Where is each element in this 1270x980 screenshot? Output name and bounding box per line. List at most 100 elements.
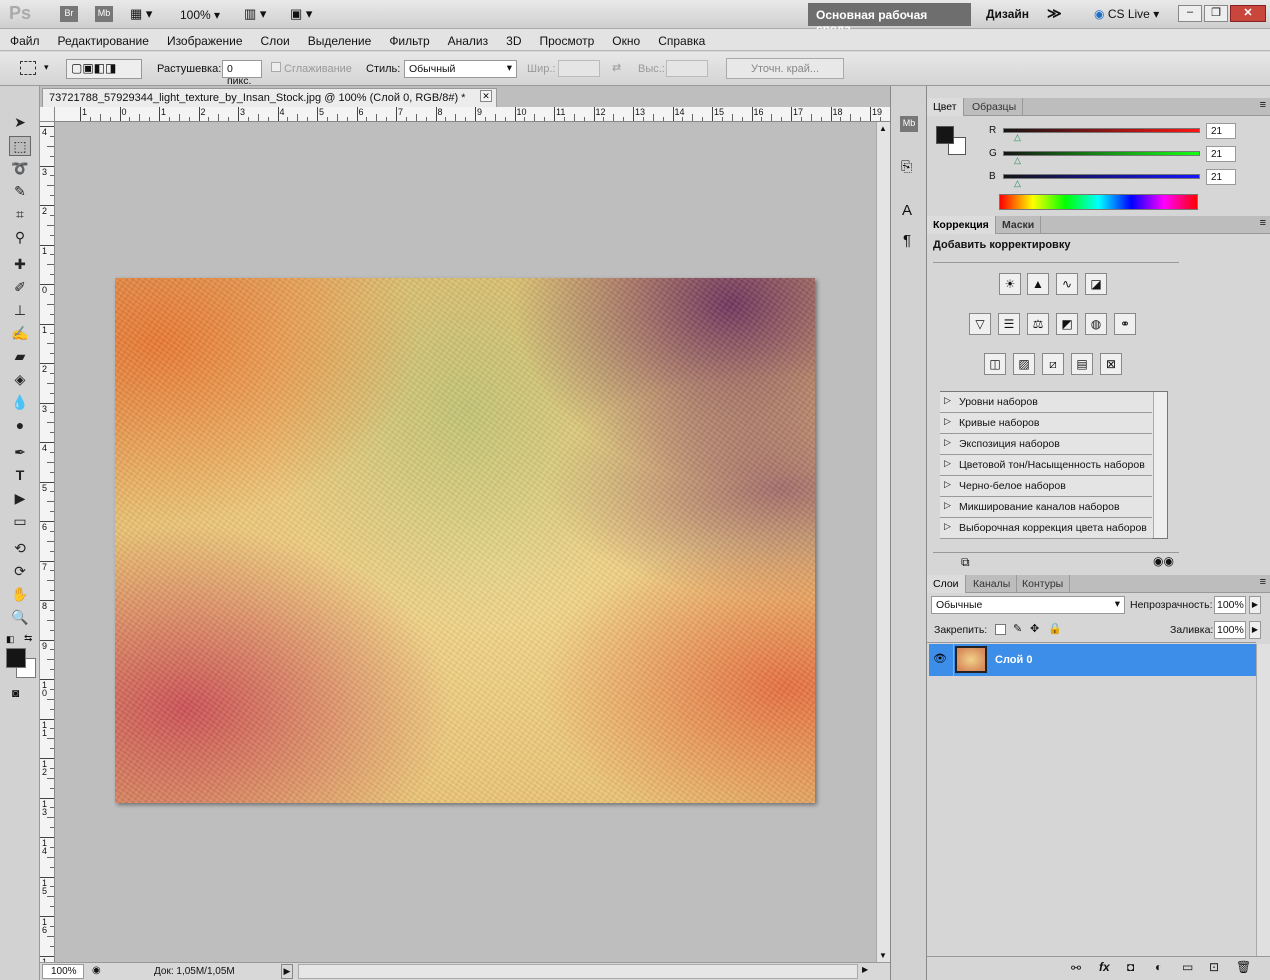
healing-brush-tool-icon[interactable]: ✚ xyxy=(9,254,31,274)
preset-selective-color[interactable]: Выборочная коррекция цвета наборов xyxy=(940,518,1152,539)
close-document-icon[interactable]: ✕ xyxy=(480,90,492,102)
tab-adjustments[interactable]: Коррекция xyxy=(927,216,996,234)
presets-scrollbar[interactable] xyxy=(1153,392,1167,538)
opacity-slider-arrow-icon[interactable]: ▶ xyxy=(1249,596,1261,614)
green-slider[interactable] xyxy=(1003,151,1200,156)
new-adjustment-layer-icon[interactable]: ◐ xyxy=(1155,960,1162,974)
color-balance-icon[interactable]: ⚖ xyxy=(1027,313,1049,335)
swap-colors-icon[interactable]: ⇆ xyxy=(24,633,32,644)
workspace-essentials-button[interactable]: Основная рабочая среда xyxy=(808,3,971,36)
marquee-preset-icon[interactable] xyxy=(20,61,36,75)
red-slider[interactable] xyxy=(1003,128,1200,133)
tab-channels[interactable]: Каналы xyxy=(967,575,1018,593)
add-mask-icon[interactable]: ◘ xyxy=(1127,960,1134,974)
blue-slider[interactable] xyxy=(1003,174,1200,179)
threshold-icon[interactable]: ⧄ xyxy=(1042,353,1064,375)
brightness-contrast-icon[interactable]: ☀ xyxy=(999,273,1021,295)
selection-mode-icons[interactable]: ▢▣◧◨ xyxy=(66,59,142,79)
menu-help[interactable]: Справка xyxy=(648,29,713,48)
fill-input[interactable]: 100% xyxy=(1214,621,1246,639)
blue-value-input[interactable]: 21 xyxy=(1206,169,1236,185)
fill-slider-arrow-icon[interactable]: ▶ xyxy=(1249,621,1261,639)
blend-mode-select[interactable]: Обычные ▾ xyxy=(931,596,1125,614)
preset-black-white[interactable]: Черно-белое наборов xyxy=(940,476,1152,497)
tab-color[interactable]: Цвет xyxy=(927,98,964,116)
default-colors-icon[interactable]: ◧ xyxy=(6,634,15,645)
layers-panel-menu-icon[interactable]: ≡ xyxy=(1260,576,1266,588)
vertical-scrollbar[interactable]: ▲ ▼ xyxy=(876,122,890,962)
layers-scrollbar[interactable] xyxy=(1256,644,1270,956)
view-extras-icon[interactable]: ▦ ▾ xyxy=(130,6,152,22)
character-panel-icon[interactable]: A xyxy=(902,202,912,219)
scroll-right-icon[interactable]: ▶ xyxy=(862,965,868,974)
new-layer-icon[interactable]: ⊡ xyxy=(1209,960,1219,974)
layer-style-icon[interactable]: fx xyxy=(1099,960,1110,974)
posterize-icon[interactable]: ▨ xyxy=(1013,353,1035,375)
new-group-icon[interactable]: ▭ xyxy=(1182,960,1193,974)
opacity-input[interactable]: 100% xyxy=(1214,596,1246,614)
menu-edit[interactable]: Редактирование xyxy=(48,29,157,48)
menu-layers[interactable]: Слои xyxy=(251,29,298,48)
mini-bridge-panel-icon[interactable]: Mb xyxy=(900,116,918,132)
menu-select[interactable]: Выделение xyxy=(298,29,380,48)
preset-curves[interactable]: Кривые наборов xyxy=(940,413,1152,434)
history-panel-icon[interactable]: ⎘ xyxy=(901,158,912,175)
scroll-down-icon[interactable]: ▼ xyxy=(879,951,887,960)
status-info-icon[interactable]: ◉ xyxy=(92,965,101,976)
rectangular-marquee-tool-icon[interactable]: ⬚ xyxy=(9,136,31,156)
ruler-vertical[interactable]: 43210123456789101112131415161718 xyxy=(40,122,55,962)
zoom-tool-icon[interactable]: 🔍 xyxy=(9,607,31,627)
channel-mixer-icon[interactable]: ⚭ xyxy=(1114,313,1136,335)
green-value-input[interactable]: 21 xyxy=(1206,146,1236,162)
brush-tool-icon[interactable]: ✐ xyxy=(9,277,31,297)
link-layers-icon[interactable]: ⚯ xyxy=(1071,961,1081,975)
quick-mask-icon[interactable]: ◙ xyxy=(12,686,19,700)
width-input[interactable] xyxy=(558,60,600,77)
lock-transparency-icon[interactable] xyxy=(995,624,1006,635)
swap-dimensions-icon[interactable]: ⇄ xyxy=(612,61,621,74)
photo-filter-icon[interactable]: ◍ xyxy=(1085,313,1107,335)
scroll-up-icon[interactable]: ▲ xyxy=(879,124,887,133)
preset-hue-saturation[interactable]: Цветовой тон/Насыщенность наборов xyxy=(940,455,1152,476)
red-slider-handle-icon[interactable]: △ xyxy=(1014,132,1021,143)
preview-state-icon[interactable]: ◉◉ xyxy=(1153,554,1174,568)
invert-icon[interactable]: ◫ xyxy=(984,353,1006,375)
height-input[interactable] xyxy=(666,60,708,77)
restore-button[interactable]: ❐ xyxy=(1204,5,1228,22)
ruler-origin[interactable] xyxy=(40,107,55,122)
lock-pixels-icon[interactable]: ✎ xyxy=(1013,622,1022,635)
feather-input[interactable]: 0 пикс. xyxy=(222,60,262,87)
tab-swatches[interactable]: Образцы xyxy=(966,98,1024,116)
adjustments-panel-menu-icon[interactable]: ≡ xyxy=(1260,217,1266,229)
tab-masks[interactable]: Маски xyxy=(996,216,1042,234)
status-zoom-field[interactable]: 100% xyxy=(42,964,84,979)
exposure-icon[interactable]: ◪ xyxy=(1085,273,1107,295)
shape-tool-icon[interactable]: ▭ xyxy=(9,511,31,531)
tool-preset-dropdown-icon[interactable]: ▾ xyxy=(44,62,49,73)
tab-layers[interactable]: Слои xyxy=(927,575,966,593)
mini-bridge-button[interactable]: Mb xyxy=(95,6,113,22)
style-select[interactable]: Обычный ▾ xyxy=(404,60,517,78)
close-button[interactable]: ✕ xyxy=(1230,5,1266,22)
workspace-design-button[interactable]: Дизайн xyxy=(986,7,1029,21)
green-slider-handle-icon[interactable]: △ xyxy=(1014,155,1021,166)
gradient-map-icon[interactable]: ▤ xyxy=(1071,353,1093,375)
color-panel-foreground-swatch[interactable] xyxy=(936,126,954,144)
lock-position-icon[interactable]: ✥ xyxy=(1030,622,1039,635)
menu-window[interactable]: Окно xyxy=(602,29,648,48)
zoom-level-dropdown[interactable]: 100% ▾ xyxy=(180,8,220,22)
refine-edge-button[interactable]: Уточн. край... xyxy=(726,58,844,79)
antialias-checkbox[interactable] xyxy=(271,62,281,72)
3d-orbit-tool-icon[interactable]: ⟳ xyxy=(9,561,31,581)
dodge-tool-icon[interactable]: ● xyxy=(9,415,31,435)
clone-stamp-tool-icon[interactable]: ⊥ xyxy=(9,300,31,320)
screen-mode-icon[interactable]: ▣ ▾ xyxy=(290,6,312,22)
pen-tool-icon[interactable]: ✒ xyxy=(9,442,31,462)
color-panel-menu-icon[interactable]: ≡ xyxy=(1260,99,1266,111)
levels-icon[interactable]: ▲ xyxy=(1027,273,1049,295)
layer-name[interactable]: Слой 0 xyxy=(995,654,1032,666)
color-spectrum-ramp[interactable] xyxy=(999,194,1198,210)
layer-row-selected[interactable]: 👁 Слой 0 xyxy=(929,644,1256,676)
preset-exposure[interactable]: Экспозиция наборов xyxy=(940,434,1152,455)
clip-layer-icon[interactable]: ⧉ xyxy=(961,555,970,570)
